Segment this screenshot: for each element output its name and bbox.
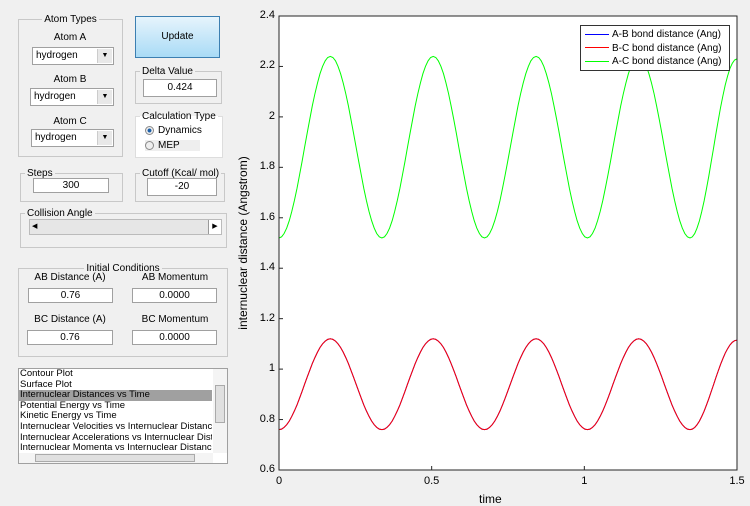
x-tick-label: 1.5	[729, 475, 745, 487]
y-tick-label: 0.6	[259, 463, 275, 475]
legend-swatch	[585, 33, 609, 35]
x-axis-label: time	[479, 492, 502, 506]
series-line	[278, 338, 738, 431]
y-tick-label: 0.8	[259, 412, 275, 425]
x-tick-label: 0.5	[424, 475, 440, 487]
y-axis-label: internuclear distance (Angstrom)	[236, 156, 250, 330]
legend-entry: B-C bond distance (Ang)	[585, 43, 722, 54]
y-tick-label: 2.4	[259, 9, 275, 21]
x-tick-label: 1	[581, 475, 588, 487]
series-line	[278, 338, 738, 431]
y-tick-label: 2.2	[259, 59, 275, 72]
legend-swatch	[585, 47, 609, 49]
legend-entry: A-B bond distance (Ang)	[585, 29, 721, 40]
axes-box	[278, 15, 738, 471]
legend-label: A-C bond distance (Ang)	[612, 56, 722, 67]
legend-entry: A-C bond distance (Ang)	[585, 56, 722, 67]
x-tick-label: 0	[275, 475, 283, 487]
legend-swatch	[585, 60, 609, 62]
y-tick-label: 1	[268, 362, 275, 375]
chart-legend: A-B bond distance (Ang) B-C bond distance…	[580, 25, 730, 71]
legend-label: A-B bond distance (Ang)	[612, 29, 721, 40]
line-chart	[278, 15, 738, 471]
legend-label: B-C bond distance (Ang)	[612, 42, 722, 54]
series-line	[278, 55, 738, 239]
y-tick-label: 2	[268, 109, 275, 122]
